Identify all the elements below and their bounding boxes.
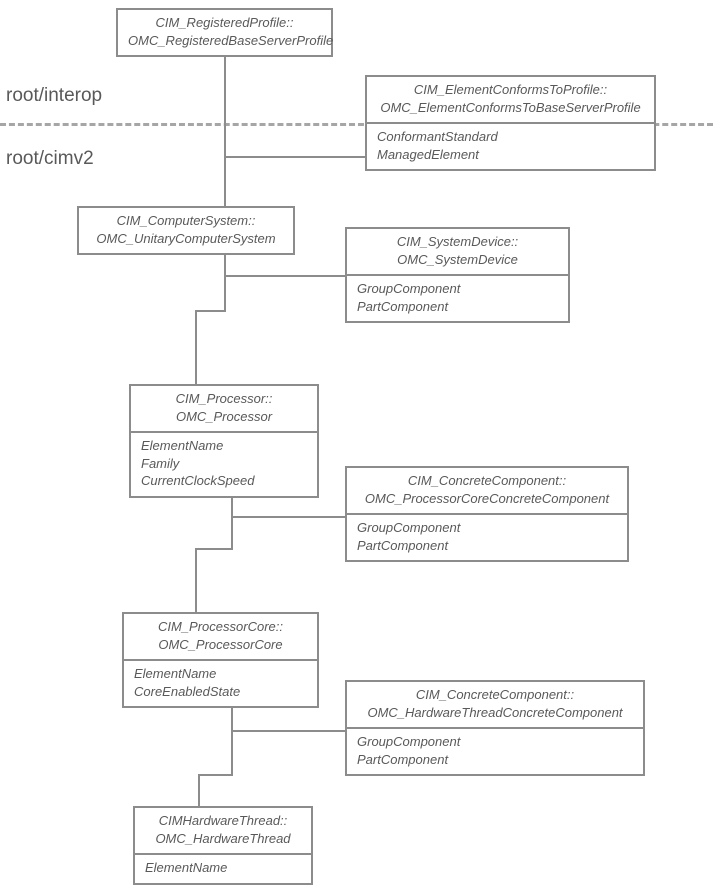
box-hardware-thread-component: CIM_ConcreteComponent:: OMC_HardwareThre… xyxy=(345,680,645,776)
connector xyxy=(224,156,365,158)
class-attr: PartComponent xyxy=(357,751,633,769)
class-attr: ElementName xyxy=(134,665,307,683)
connector xyxy=(224,275,345,277)
box-element-conforms: CIM_ElementConformsToProfile:: OMC_Eleme… xyxy=(365,75,656,171)
class-attr: Family xyxy=(141,455,307,473)
connector xyxy=(195,548,197,612)
class-subtitle: OMC_ElementConformsToBaseServerProfile xyxy=(377,99,644,117)
connector xyxy=(195,310,197,384)
class-title: CIM_RegisteredProfile:: xyxy=(128,14,321,32)
connector xyxy=(231,516,345,518)
class-attr: PartComponent xyxy=(357,537,617,555)
box-processor: CIM_Processor:: OMC_Processor ElementNam… xyxy=(129,384,319,498)
class-attr: ElementName xyxy=(145,859,301,877)
class-title: CIM_ConcreteComponent:: xyxy=(357,472,617,490)
class-subtitle: OMC_Processor xyxy=(141,408,307,426)
connector xyxy=(195,310,226,312)
class-attr: ConformantStandard xyxy=(377,128,644,146)
class-attr: ElementName xyxy=(141,437,307,455)
connector xyxy=(231,730,345,732)
class-subtitle: OMC_ProcessorCoreConcreteComponent xyxy=(357,490,617,508)
class-title: CIM_ComputerSystem:: xyxy=(89,212,283,230)
box-system-device: CIM_SystemDevice:: OMC_SystemDevice Grou… xyxy=(345,227,570,323)
box-computer-system: CIM_ComputerSystem:: OMC_UnitaryComputer… xyxy=(77,206,295,255)
class-attr: CoreEnabledState xyxy=(134,683,307,701)
class-subtitle: OMC_ProcessorCore xyxy=(134,636,307,654)
namespace-interop-label: root/interop xyxy=(6,85,102,107)
connector xyxy=(231,706,233,774)
connector xyxy=(198,774,233,776)
class-subtitle: OMC_HardwareThread xyxy=(145,830,301,848)
class-attr: ManagedElement xyxy=(377,146,644,164)
class-title: CIM_SystemDevice:: xyxy=(357,233,558,251)
connector xyxy=(231,494,233,548)
class-attr: GroupComponent xyxy=(357,519,617,537)
connector xyxy=(224,248,226,310)
class-title: CIM_ProcessorCore:: xyxy=(134,618,307,636)
class-title: CIMHardwareThread:: xyxy=(145,812,301,830)
class-title: CIM_ElementConformsToProfile:: xyxy=(377,81,644,99)
class-subtitle: OMC_UnitaryComputerSystem xyxy=(89,230,283,248)
box-processor-core: CIM_ProcessorCore:: OMC_ProcessorCore El… xyxy=(122,612,319,708)
class-attr: CurrentClockSpeed xyxy=(141,472,307,490)
class-title: CIM_ConcreteComponent:: xyxy=(357,686,633,704)
class-attr: PartComponent xyxy=(357,298,558,316)
class-subtitle: OMC_HardwareThreadConcreteComponent xyxy=(357,704,633,722)
class-attr: GroupComponent xyxy=(357,280,558,298)
box-processor-core-component: CIM_ConcreteComponent:: OMC_ProcessorCor… xyxy=(345,466,629,562)
connector xyxy=(198,774,200,806)
box-hardware-thread: CIMHardwareThread:: OMC_HardwareThread E… xyxy=(133,806,313,885)
connector xyxy=(195,548,233,550)
box-registered-profile: CIM_RegisteredProfile:: OMC_RegisteredBa… xyxy=(116,8,333,57)
class-attr: GroupComponent xyxy=(357,733,633,751)
namespace-cimv2-label: root/cimv2 xyxy=(6,148,94,170)
class-title: CIM_Processor:: xyxy=(141,390,307,408)
class-subtitle: OMC_SystemDevice xyxy=(357,251,558,269)
diagram-canvas: { "namespaces": { "interop": "root/inter… xyxy=(0,0,713,884)
connector xyxy=(224,54,226,210)
class-subtitle: OMC_RegisteredBaseServerProfile xyxy=(128,32,321,50)
